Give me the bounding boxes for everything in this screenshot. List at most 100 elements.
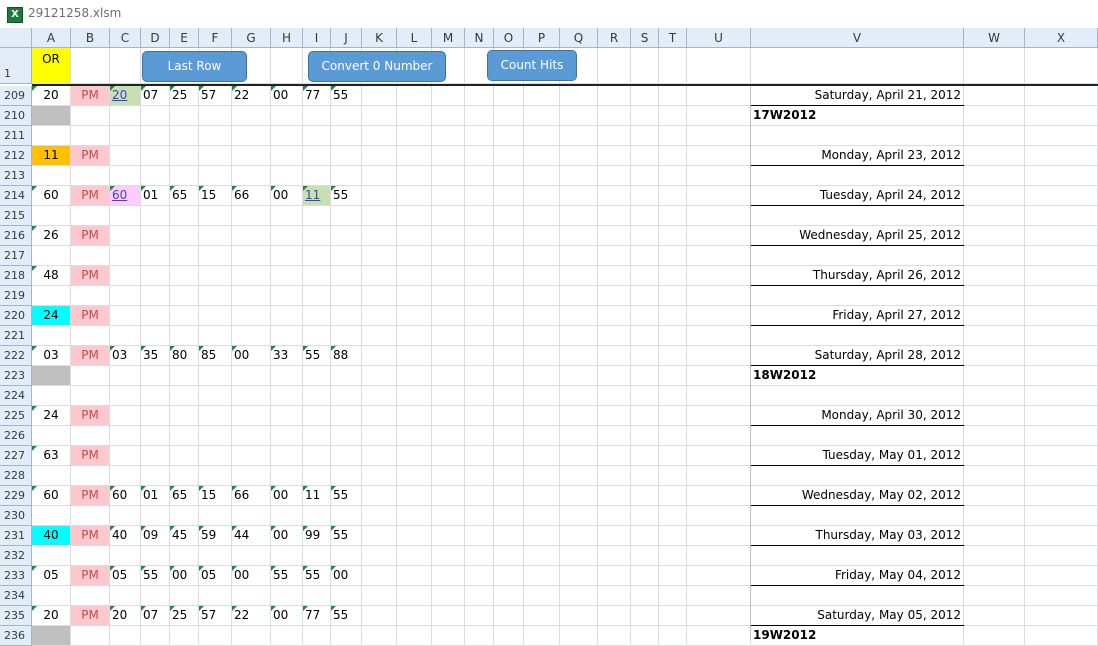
cell[interactable] [1025, 306, 1098, 326]
cell[interactable] [232, 306, 271, 326]
column-header-a[interactable]: A [32, 28, 71, 48]
cell[interactable] [465, 126, 494, 146]
cell[interactable] [199, 506, 232, 526]
cell[interactable] [687, 306, 751, 326]
cell[interactable] [598, 166, 631, 186]
cell[interactable] [199, 246, 232, 266]
cell[interactable] [524, 406, 560, 426]
cell[interactable] [199, 546, 232, 566]
cell[interactable] [303, 366, 331, 386]
cell[interactable] [32, 546, 71, 566]
row-header[interactable]: 236 [0, 626, 32, 646]
cell[interactable] [560, 366, 598, 386]
cell[interactable] [362, 446, 397, 466]
cell[interactable] [432, 126, 465, 146]
cell[interactable] [397, 266, 432, 286]
cell[interactable] [751, 166, 964, 186]
cell[interactable] [465, 486, 494, 506]
pm-cell[interactable]: PM [71, 486, 110, 506]
cell[interactable] [1025, 48, 1098, 84]
cell[interactable] [631, 306, 659, 326]
cell[interactable] [362, 566, 397, 586]
number-cell[interactable]: 33 [271, 346, 303, 366]
cell[interactable] [659, 406, 687, 426]
cell[interactable] [362, 226, 397, 246]
cell[interactable] [560, 166, 598, 186]
cell[interactable] [141, 626, 170, 646]
cell[interactable] [964, 86, 1025, 106]
cell[interactable] [199, 286, 232, 306]
cell[interactable] [432, 246, 465, 266]
cell[interactable] [751, 246, 964, 266]
cell[interactable] [397, 406, 432, 426]
cell[interactable] [432, 606, 465, 626]
pm-cell[interactable]: PM [71, 606, 110, 626]
cell[interactable] [631, 326, 659, 346]
cell[interactable] [110, 226, 141, 246]
cell[interactable] [362, 346, 397, 366]
cell[interactable] [432, 506, 465, 526]
cell[interactable] [598, 386, 631, 406]
cell[interactable] [397, 606, 432, 626]
cell[interactable] [432, 446, 465, 466]
cell[interactable] [494, 126, 524, 146]
cell[interactable] [232, 546, 271, 566]
cell[interactable] [271, 166, 303, 186]
number-cell[interactable]: 66 [232, 486, 271, 506]
cell[interactable] [1025, 346, 1098, 366]
row-header[interactable]: 219 [0, 286, 32, 306]
cell[interactable] [465, 166, 494, 186]
row-header[interactable]: 222 [0, 346, 32, 366]
cell[interactable] [397, 566, 432, 586]
cell[interactable] [494, 266, 524, 286]
cell[interactable] [71, 386, 110, 406]
cell[interactable] [141, 226, 170, 246]
cell[interactable] [494, 526, 524, 546]
cell[interactable] [964, 386, 1025, 406]
cell[interactable] [71, 546, 110, 566]
cell[interactable] [560, 226, 598, 246]
date-cell[interactable]: Saturday, May 05, 2012 [751, 606, 964, 626]
cell[interactable] [964, 546, 1025, 566]
cell[interactable] [964, 506, 1025, 526]
cell[interactable] [524, 566, 560, 586]
cell[interactable] [494, 626, 524, 646]
cell[interactable] [494, 306, 524, 326]
cell[interactable] [964, 626, 1025, 646]
row-header[interactable]: 228 [0, 466, 32, 486]
cell[interactable] [631, 346, 659, 366]
cell[interactable] [494, 186, 524, 206]
cell[interactable] [598, 566, 631, 586]
cell[interactable] [598, 506, 631, 526]
cell[interactable] [362, 606, 397, 626]
number-cell[interactable]: 60 [110, 486, 141, 506]
cell[interactable] [465, 326, 494, 346]
number-cell[interactable]: 57 [199, 606, 232, 626]
cell[interactable] [465, 506, 494, 526]
cell[interactable] [432, 206, 465, 226]
cell[interactable] [598, 526, 631, 546]
cell[interactable] [751, 48, 964, 84]
cell[interactable] [1025, 106, 1098, 126]
cell[interactable] [32, 466, 71, 486]
cell[interactable] [687, 466, 751, 486]
cell[interactable] [199, 626, 232, 646]
cell[interactable] [362, 586, 397, 606]
number-cell[interactable]: 01 [141, 486, 170, 506]
cell[interactable] [362, 546, 397, 566]
cell[interactable] [170, 546, 199, 566]
cell[interactable] [598, 206, 631, 226]
cell[interactable] [524, 86, 560, 106]
cell[interactable] [631, 366, 659, 386]
cell[interactable] [560, 466, 598, 486]
cell[interactable] [631, 246, 659, 266]
number-cell[interactable]: 88 [331, 346, 362, 366]
cell[interactable] [362, 326, 397, 346]
date-cell[interactable]: Tuesday, April 24, 2012 [751, 186, 964, 206]
week-label-cell[interactable]: 17W2012 [751, 106, 964, 126]
last-row-button[interactable]: Last Row [142, 51, 247, 82]
cell[interactable] [687, 406, 751, 426]
cell[interactable] [659, 506, 687, 526]
cell[interactable] [32, 166, 71, 186]
cell[interactable] [687, 386, 751, 406]
